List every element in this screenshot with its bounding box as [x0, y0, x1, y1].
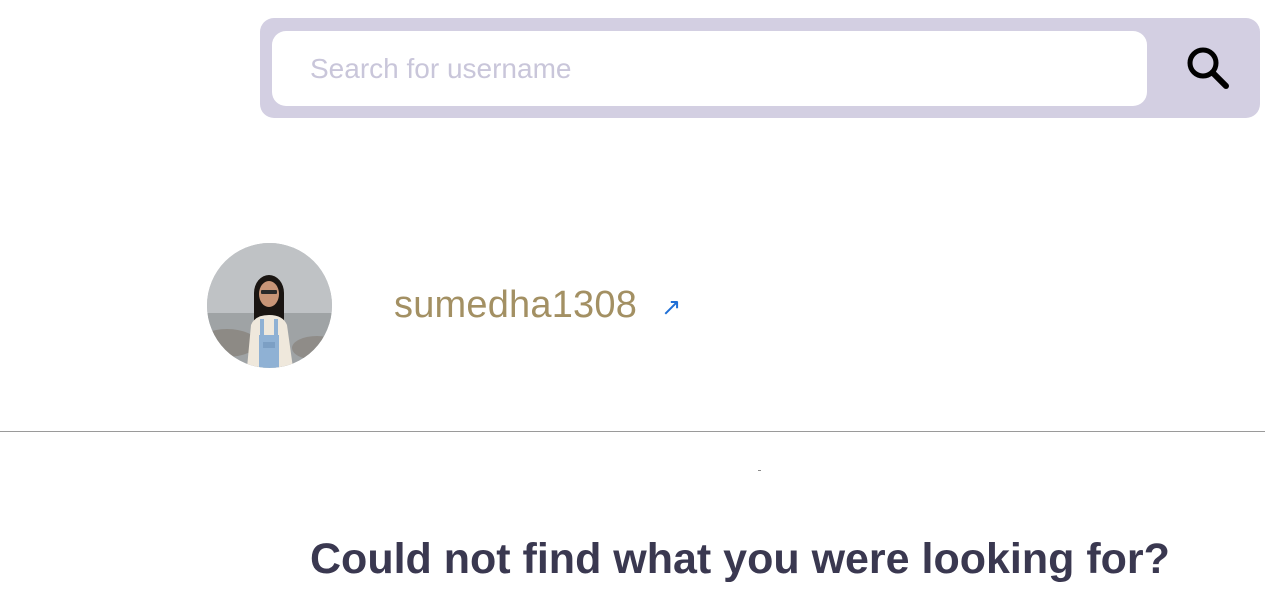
- search-bar: [260, 18, 1260, 118]
- decorative-dot: [758, 470, 761, 471]
- user-result-row[interactable]: sumedha1308 ↗: [207, 243, 681, 368]
- avatar-photo: [207, 243, 332, 368]
- search-input[interactable]: [272, 31, 1147, 106]
- avatar[interactable]: [207, 243, 332, 368]
- search-icon: [1187, 47, 1229, 89]
- external-link-icon[interactable]: ↗: [661, 293, 681, 322]
- not-found-heading: Could not find what you were looking for…: [310, 535, 1170, 583]
- search-button[interactable]: [1168, 38, 1248, 98]
- username-link[interactable]: sumedha1308: [394, 284, 637, 327]
- divider: [0, 431, 1265, 432]
